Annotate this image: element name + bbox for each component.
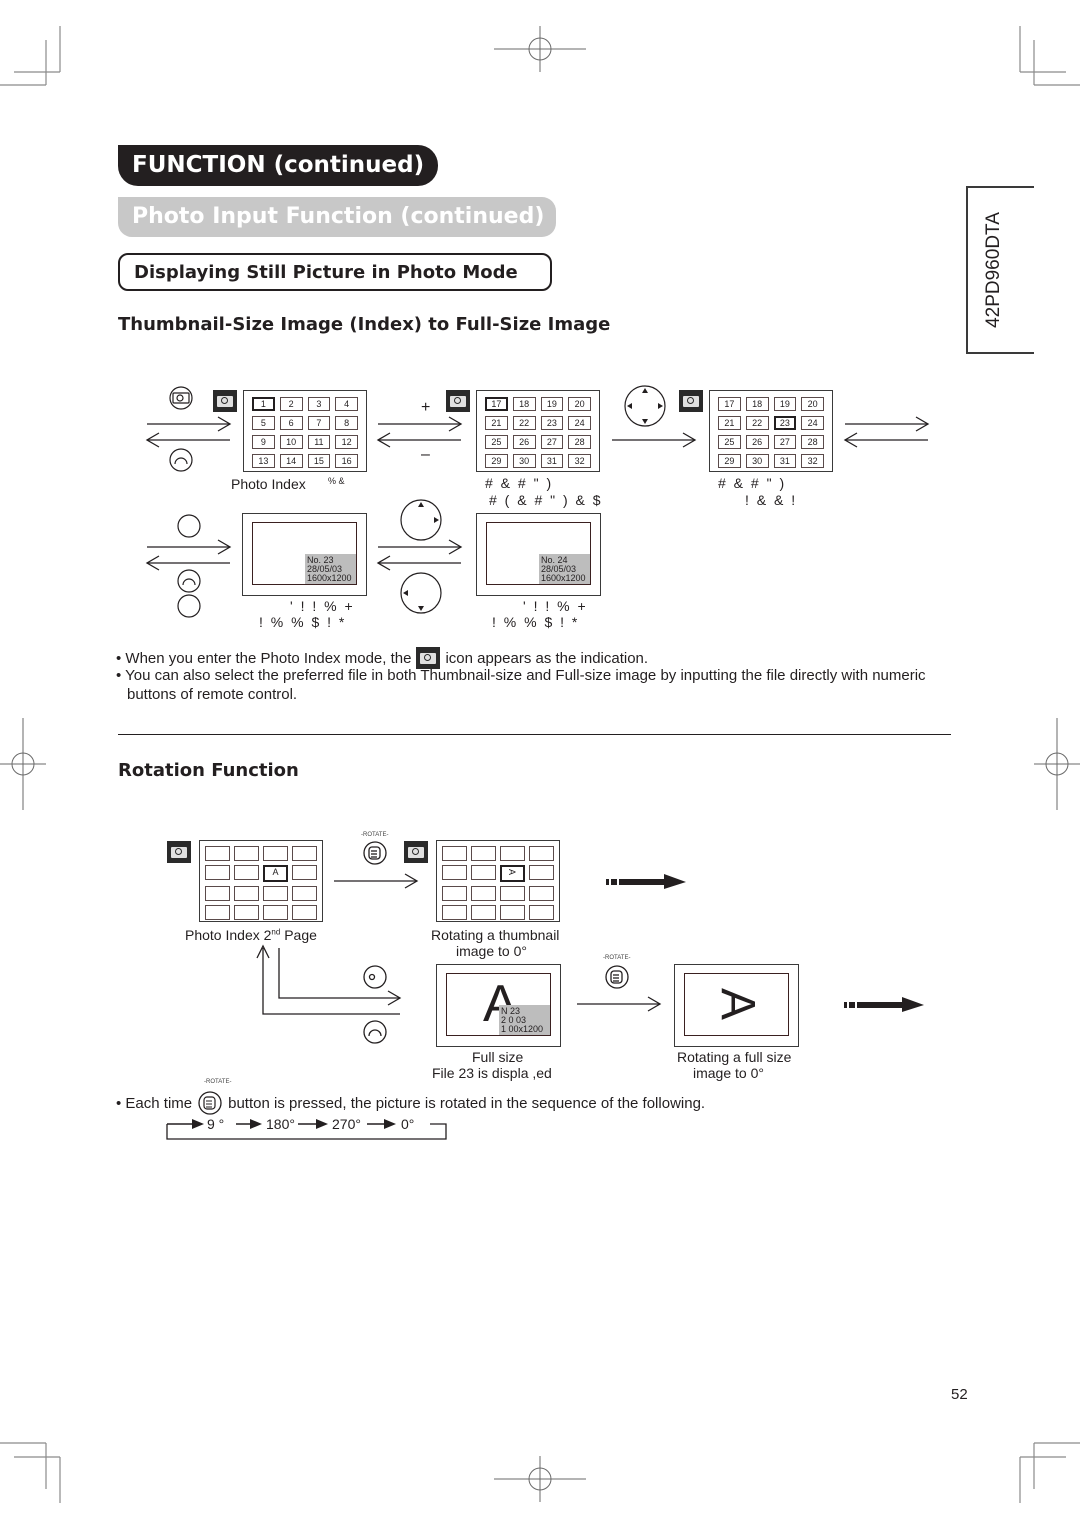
full-size-image-rotated: A	[684, 973, 789, 1036]
rotating-full-caption-1: Rotating a full size	[677, 1049, 792, 1065]
image-info-a: N 23 2 0 03 1 00x1200	[499, 1005, 550, 1035]
rotate-button-icon	[605, 965, 629, 989]
sequence-step-1: 9 °	[207, 1116, 225, 1132]
rotate-button-icon	[363, 841, 387, 865]
image-letter-rotated: A	[711, 987, 765, 1021]
rotating-thumbnail-caption-1: Rotating a thumbnail	[431, 927, 560, 943]
rotation-diagram-arrows	[166, 841, 924, 1140]
page-number: 52	[951, 1386, 968, 1403]
bullet-text: button is pressed, the picture is rotate…	[228, 1094, 706, 1112]
sequence-step-3: 270°	[332, 1116, 361, 1132]
full-size-frame-rotated: A	[674, 964, 799, 1047]
bullet-rotate-sequence: • Each time button is pressed, the pictu…	[116, 1091, 946, 1115]
rotation-index-caption: Photo Index 2nd Page	[185, 927, 317, 943]
full-size-image-a: A N 23 2 0 03 1 00x1200	[446, 973, 551, 1036]
rotating-full-caption-2: image to 0°	[693, 1065, 764, 1081]
image-resolution: 1 00x1200	[501, 1024, 544, 1034]
full-size-caption-1: Full size	[472, 1049, 524, 1065]
rotate-button-icon	[198, 1091, 222, 1115]
caption-text: Photo Index 2	[185, 927, 272, 943]
rotating-thumbnail-caption-2: image to 0°	[456, 943, 527, 959]
return-button-icon	[363, 1020, 387, 1044]
caption-sup: nd	[271, 927, 281, 937]
sequence-step-4: 0°	[401, 1116, 415, 1132]
bullet-text: • Each time	[116, 1094, 193, 1112]
full-size-caption-2: File 23 is displa ,ed	[432, 1065, 552, 1081]
sequence-step-2: 180°	[266, 1116, 295, 1132]
full-size-frame-a: A N 23 2 0 03 1 00x1200	[436, 964, 561, 1047]
caption-text: Page	[280, 927, 317, 943]
